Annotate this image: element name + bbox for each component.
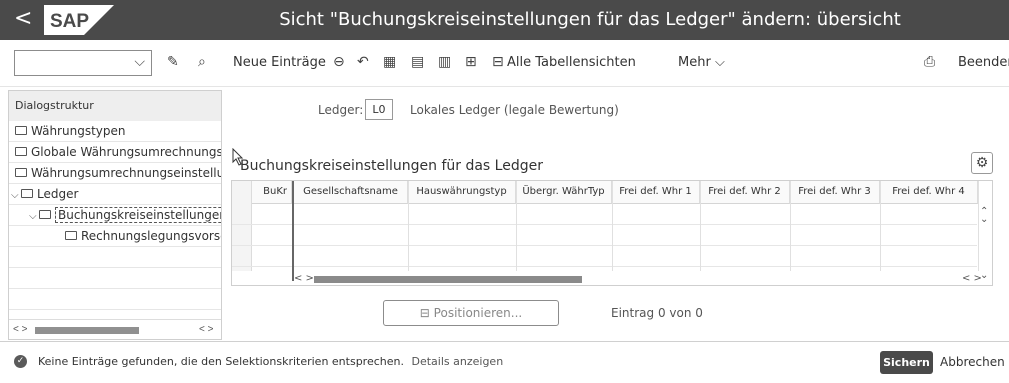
folder-icon (15, 126, 27, 135)
back-icon[interactable]: < (14, 6, 32, 32)
cancel-button[interactable]: Abbrechen (940, 355, 1005, 369)
all-views-icon: ⊟ (492, 54, 504, 70)
zoom-icon[interactable]: ⌕ (198, 53, 206, 71)
dialog-structure-panel: Dialogstruktur Währungstypen Globale Wäh… (8, 90, 222, 340)
scroll-right-icon[interactable]: < > (199, 324, 213, 335)
table-view-icon[interactable]: ⊞ (465, 53, 477, 71)
table-row[interactable] (232, 246, 977, 267)
section-title: Buchungskreiseinstellungen für das Ledge… (240, 158, 543, 174)
toolbar: ⌵ ✎ ⌕ Neue Einträge ⊖ ↶ ▦ ▤ ▥ ⊞ ⊟ Alle T… (0, 40, 1009, 87)
folder-icon (21, 189, 33, 198)
scroll-down-icon[interactable]: ⌄ (980, 214, 988, 225)
tree-item-waehrungstypen[interactable]: Währungstypen (9, 121, 221, 142)
tree-item-globale-waehrungsumrechnung[interactable]: Globale Währungsumrechnungse (9, 142, 221, 163)
scrollbar-thumb[interactable] (35, 327, 139, 334)
ledger-table: BuKr Gesellschaftsname Hauswährungstyp Ü… (231, 180, 993, 286)
tree-item-rechnungslegungsvorschrift[interactable]: Rechnungslegungsvorschrif (9, 226, 221, 247)
title-bar: < SAP Sicht "Buchungskreiseinstellungen … (0, 0, 1009, 40)
success-icon: ✓ (14, 355, 27, 368)
status-message: Keine Einträge gefunden, die den Selekti… (38, 355, 404, 368)
tree-item-waehrungsumrechnungseinstellung[interactable]: Währungsumrechnungseinstellun (9, 163, 221, 184)
expand-icon[interactable]: ⌵ (11, 186, 21, 204)
column-header[interactable]: Frei def. Whr 1 (612, 181, 700, 204)
status-bar: ✓ Keine Einträge gefunden, die den Selek… (0, 341, 1009, 383)
entry-count: Eintrag 0 von 0 (611, 306, 703, 320)
glasses-icon[interactable]: ✎ (167, 53, 179, 71)
column-header[interactable]: Gesellschaftsname (294, 181, 408, 204)
chevron-down-icon: ⌵ (134, 53, 145, 69)
column-divider (790, 181, 791, 271)
column-divider (880, 181, 881, 271)
tree-item-ledger[interactable]: ⌵ Ledger (9, 184, 221, 205)
print-icon[interactable]: ⎙ (924, 53, 935, 71)
tree-empty-row (9, 247, 221, 268)
scroll-left-icon[interactable]: < > (13, 324, 27, 335)
tree-empty-row (9, 289, 221, 310)
sap-logo: SAP (44, 5, 114, 35)
logo-text: SAP (50, 11, 89, 32)
table-row[interactable] (232, 225, 977, 246)
position-icon: ⊟ (419, 306, 430, 320)
table-settings-icon[interactable]: ⚙ (971, 152, 993, 174)
expand-icon[interactable]: ⌵ (29, 207, 39, 225)
minus-circle-icon[interactable]: ⊖ (333, 53, 345, 71)
column-divider (612, 181, 613, 271)
undo-icon[interactable]: ↶ (357, 53, 369, 71)
column-divider (408, 181, 409, 271)
mehr-menu[interactable]: Mehr ⌵ (678, 54, 725, 72)
folder-icon (65, 231, 77, 240)
positionieren-label: Positionieren... (433, 306, 523, 320)
scroll-right-icon[interactable]: < > (962, 273, 982, 284)
column-header[interactable]: Frei def. Whr 2 (700, 181, 790, 204)
alle-tabellensichten-button[interactable]: Alle Tabellensichten (507, 54, 636, 72)
tree-horizontal-scrollbar[interactable]: < > < > (9, 319, 221, 339)
deselect-icon[interactable]: ▥ (438, 53, 451, 71)
folder-open-icon (39, 210, 51, 219)
column-header[interactable]: BuKr (252, 181, 292, 204)
neue-eintraege-button[interactable]: Neue Einträge (233, 54, 326, 72)
mehr-label: Mehr (678, 55, 711, 70)
column-divider (700, 181, 701, 271)
column-header[interactable]: Frei def. Whr 3 (790, 181, 880, 204)
table-row[interactable] (232, 204, 977, 225)
folder-icon (15, 168, 27, 177)
details-link[interactable]: Details anzeigen (412, 355, 504, 368)
column-divider (516, 181, 517, 271)
tree-item-buchungskreiseinstellungen[interactable]: ⌵Buchungskreiseinstellungen fü (9, 205, 221, 226)
column-header[interactable]: Hauswährungstyp (408, 181, 516, 204)
save-button[interactable]: Sichern (880, 351, 933, 374)
ledger-field: L0 (365, 99, 393, 120)
scrollbar-thumb[interactable] (314, 276, 582, 283)
select-block-icon[interactable]: ▤ (411, 53, 424, 71)
scroll-left-icon[interactable]: < > (294, 273, 314, 284)
ledger-description: Lokales Ledger (legale Bewertung) (410, 103, 619, 117)
fixed-column-separator (292, 181, 294, 281)
folder-icon (15, 147, 27, 156)
ledger-label: Ledger: (318, 103, 364, 117)
table-horizontal-scrollbar[interactable]: < > < > (292, 273, 992, 285)
positionieren-button[interactable]: ⊟ Positionieren... (383, 300, 559, 326)
chevron-down-icon: ⌵ (714, 55, 725, 70)
select-all-icon[interactable]: ▦ (383, 53, 396, 71)
tree-empty-row (9, 268, 221, 289)
beenden-button[interactable]: Beenden (958, 54, 1009, 72)
column-header[interactable]: Übergr. WährTyp (516, 181, 612, 204)
column-header[interactable]: Frei def. Whr 4 (880, 181, 978, 204)
status-message-container: Keine Einträge gefunden, die den Selekti… (38, 355, 503, 368)
page-title: Sicht "Buchungskreiseinstellungen für da… (279, 9, 901, 30)
command-select[interactable]: ⌵ (14, 50, 152, 76)
dialog-structure-header: Dialogstruktur (9, 91, 221, 121)
